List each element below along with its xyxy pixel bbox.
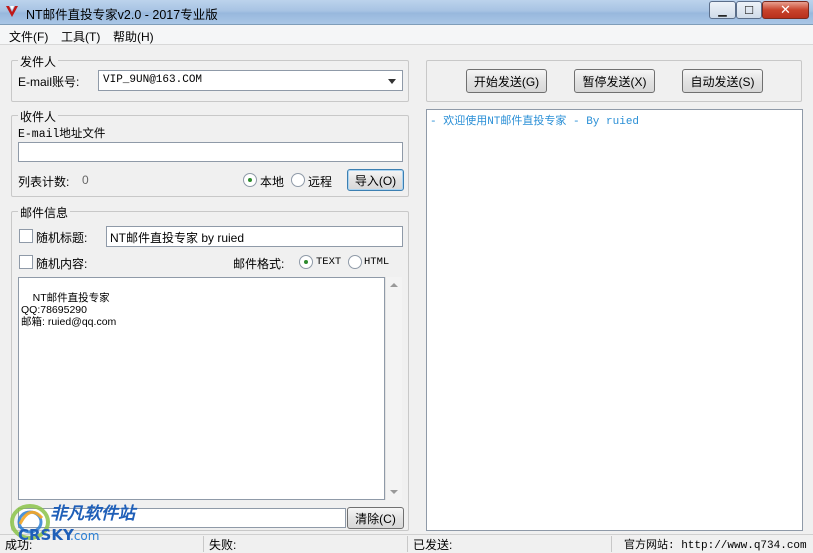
address-file-input[interactable] (18, 142, 403, 162)
close-button[interactable]: ✕ (762, 1, 809, 19)
scroll-up-icon[interactable] (390, 283, 398, 287)
import-button[interactable]: 导入(O) (347, 169, 404, 191)
status-fail-cell: 失败: (206, 536, 408, 552)
remote-radio-label[interactable]: 远程 (308, 173, 332, 190)
minimize-button[interactable]: ▁ (709, 1, 736, 19)
log-line: - 欢迎使用NT邮件直投专家 - By ruied (430, 116, 640, 128)
status-success-cell: 成功: (2, 536, 204, 552)
clear-button[interactable]: 清除(C) (347, 507, 404, 529)
menu-bar: 文件(F) 工具(T) 帮助(H) (0, 25, 813, 45)
start-send-button[interactable]: 开始发送(G) (466, 69, 547, 93)
random-subject-label[interactable]: 随机标题: (36, 229, 87, 246)
minimize-icon: ▁ (718, 4, 727, 17)
log-panel[interactable]: - 欢迎使用NT邮件直投专家 - By ruied (426, 109, 803, 531)
window-title: NT邮件直投专家v2.0 - 2017专业版 (26, 8, 218, 22)
status-bar: 成功: 失败: 已发送: 官方网站: http://www.q734.com (0, 534, 813, 552)
email-account-label: E-mail账号: (18, 75, 80, 89)
address-file-label: E-mail地址文件 (18, 128, 106, 141)
subject-value: NT邮件直投专家 by ruied (110, 231, 245, 245)
email-account-combo[interactable]: VIP_9UN@163.COM (98, 70, 403, 91)
clear-button-label: 清除(C) (355, 511, 396, 526)
remote-radio[interactable] (291, 173, 305, 187)
status-fail: 失败: (209, 538, 237, 552)
status-sent-cell: 已发送: (410, 536, 612, 552)
local-radio[interactable] (243, 173, 257, 187)
scroll-down-icon[interactable] (390, 490, 398, 494)
chevron-down-icon[interactable] (388, 79, 396, 84)
email-account-value: VIP_9UN@163.COM (103, 74, 203, 86)
title-bar[interactable]: NT邮件直投专家v2.0 - 2017专业版 ▁ ☐ ✕ (0, 0, 813, 25)
random-content-label[interactable]: 随机内容: (36, 255, 87, 272)
pause-send-button[interactable]: 暂停发送(X) (574, 69, 655, 93)
sender-group: 发件人 E-mail账号: VIP_9UN@163.COM (11, 53, 409, 102)
mail-body-editor[interactable]: NT邮件直投专家 QQ:78695290 邮箱: ruied@qq.com (18, 277, 385, 500)
format-html-label[interactable]: HTML (364, 256, 389, 268)
maximize-icon: ☐ (744, 4, 754, 17)
menu-help[interactable]: 帮助(H) (113, 28, 154, 45)
list-count-label: 列表计数: (18, 175, 70, 189)
format-text-radio[interactable] (299, 255, 313, 269)
menu-file[interactable]: 文件(F) (9, 28, 48, 45)
random-content-checkbox[interactable] (19, 255, 33, 269)
import-button-label: 导入(O) (354, 173, 397, 188)
auto-send-label: 自动发送(S) (690, 74, 755, 89)
local-radio-label[interactable]: 本地 (260, 173, 284, 190)
format-html-radio[interactable] (348, 255, 362, 269)
status-sent: 已发送: (413, 538, 453, 552)
sender-group-title: 发件人 (18, 53, 59, 70)
random-subject-checkbox[interactable] (19, 229, 33, 243)
mail-format-label: 邮件格式: (233, 257, 285, 271)
mail-body-text: NT邮件直投专家 QQ:78695290 邮箱: ruied@qq.com (21, 292, 117, 328)
recipient-group: 收件人 E-mail地址文件 列表计数: 0 本地 远程 导入(O) (11, 108, 409, 197)
mail-body-scrollbar[interactable] (385, 277, 402, 500)
status-site-cell: 官方网站: http://www.q734.com (614, 536, 811, 552)
list-count-value: 0 (82, 173, 89, 187)
auto-send-button[interactable]: 自动发送(S) (682, 69, 763, 93)
mail-info-group-title: 邮件信息 (18, 204, 71, 221)
subject-input[interactable]: NT邮件直投专家 by ruied (106, 226, 403, 247)
action-group: 开始发送(G) 暂停发送(X) 自动发送(S) (426, 60, 802, 102)
mail-info-group: 邮件信息 随机标题: NT邮件直投专家 by ruied 随机内容: 邮件格式:… (11, 204, 409, 531)
attachment-input[interactable] (18, 508, 346, 528)
start-send-label: 开始发送(G) (473, 74, 540, 89)
close-icon: ✕ (780, 2, 791, 17)
status-site: 官方网站: http://www.q734.com (624, 540, 807, 552)
pause-send-label: 暂停发送(X) (582, 74, 647, 89)
status-success: 成功: (5, 538, 33, 552)
maximize-button[interactable]: ☐ (736, 1, 762, 19)
recipient-group-title: 收件人 (18, 108, 59, 125)
app-logo-icon (6, 6, 18, 17)
menu-tools[interactable]: 工具(T) (61, 28, 100, 45)
format-text-label[interactable]: TEXT (316, 256, 341, 268)
